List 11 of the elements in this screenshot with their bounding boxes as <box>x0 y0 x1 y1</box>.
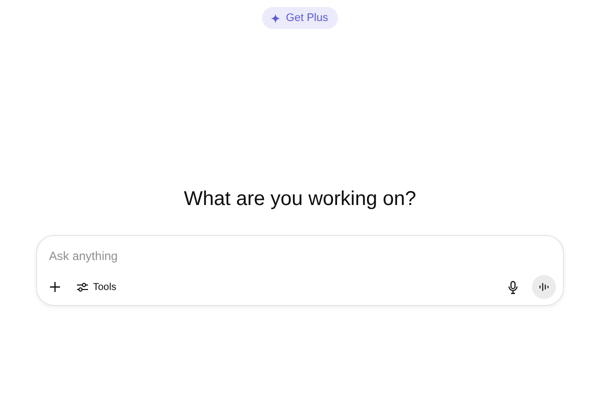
waveform-icon <box>539 282 549 292</box>
sliders-icon <box>77 282 88 292</box>
microphone-icon <box>508 280 518 294</box>
voice-mode-button[interactable] <box>532 275 556 299</box>
page-heading: What are you working on? <box>184 187 416 212</box>
microphone-button[interactable] <box>508 280 518 294</box>
add-button[interactable] <box>49 281 61 293</box>
tools-button[interactable]: Tools <box>73 280 120 294</box>
get-plus-button[interactable]: Get Plus <box>262 7 338 29</box>
sparkle-icon <box>270 14 280 22</box>
plus-icon <box>49 281 61 293</box>
